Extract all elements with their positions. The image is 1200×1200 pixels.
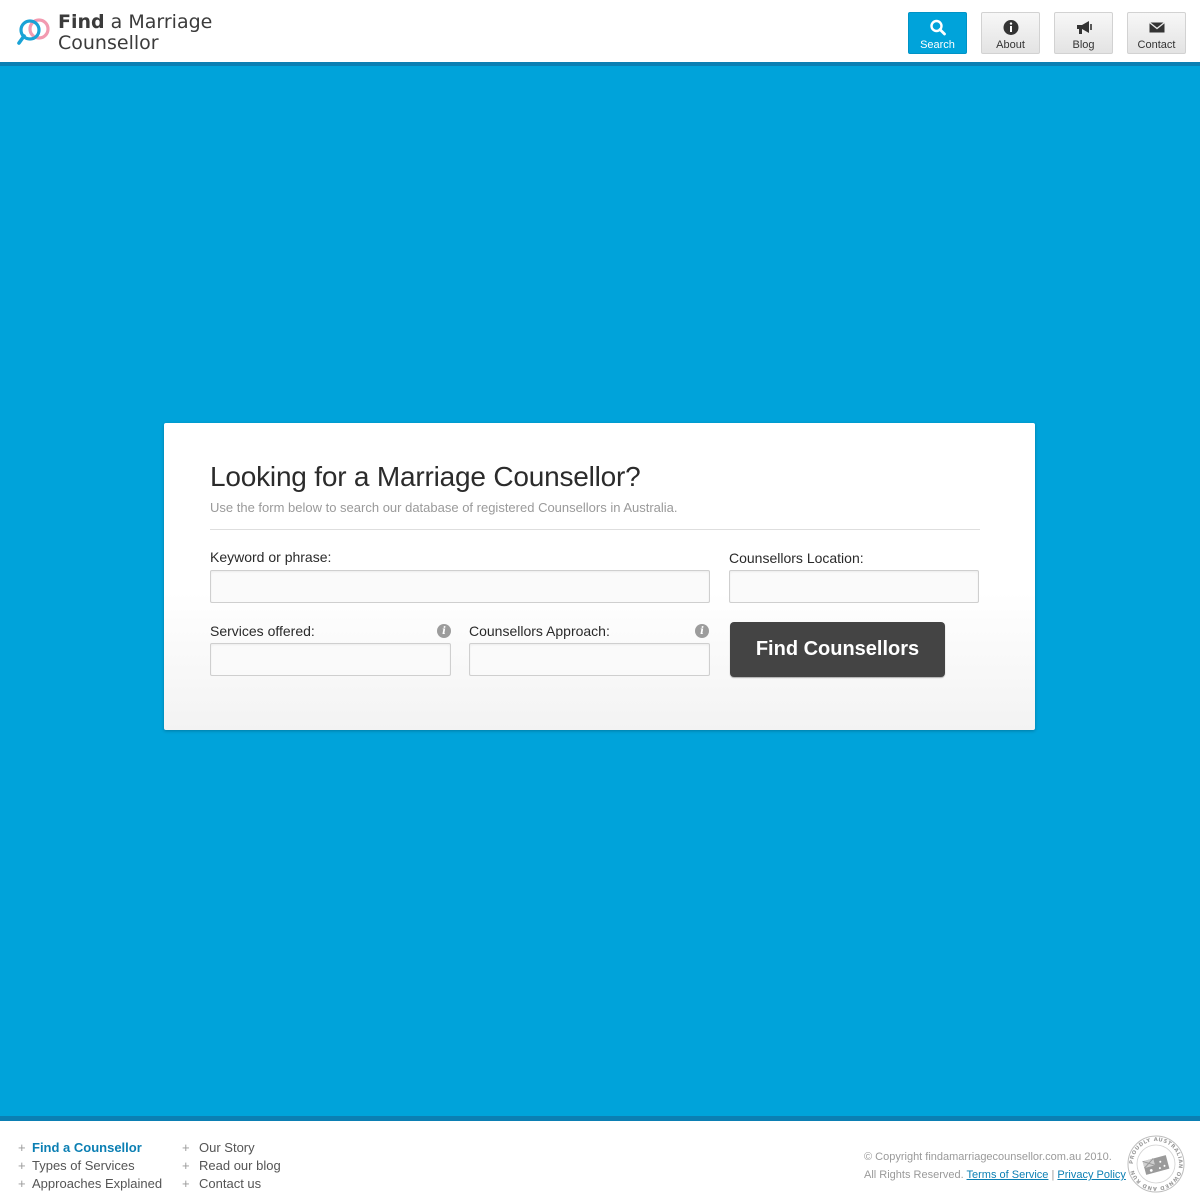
site-logo[interactable]: Find a Marriage Counsellor — [16, 10, 212, 56]
logo-wordmark: Find a Marriage Counsellor — [58, 12, 212, 54]
nav-contact-label: Contact — [1137, 39, 1176, 51]
approach-label: Counsellors Approach: — [469, 623, 610, 639]
footer-nav-secondary: + Our Story + Read our blog + Contact us — [182, 1138, 281, 1192]
info-icon — [1003, 20, 1018, 35]
footer-link-label: Our Story — [199, 1139, 255, 1155]
approach-info-icon[interactable]: i — [695, 624, 709, 638]
logo-word-rest: a Marriage — [104, 11, 213, 33]
footer-link-label: Approaches Explained — [32, 1175, 163, 1191]
megaphone-icon — [1076, 21, 1092, 34]
footer-link-label: Types of Services — [32, 1157, 135, 1173]
envelope-icon — [1148, 21, 1165, 33]
nav-about-label: About — [996, 39, 1025, 51]
approach-input[interactable] — [469, 643, 710, 676]
footer-nav-primary: + Find a Counsellor + Types of Services … — [18, 1138, 162, 1192]
main-nav: Search About Blog Contact — [908, 12, 1186, 54]
footer-link-approaches-explained[interactable]: + Approaches Explained — [18, 1174, 162, 1192]
location-input[interactable] — [729, 570, 979, 603]
footer-link-label: Find a Counsellor — [32, 1139, 142, 1155]
services-label: Services offered: — [210, 623, 315, 639]
logo-word-counsellor: Counsellor — [58, 32, 159, 54]
search-icon — [929, 19, 946, 36]
terms-link[interactable]: Terms of Service — [967, 1169, 1049, 1181]
footer-link-contact-us[interactable]: + Contact us — [182, 1174, 281, 1192]
plus-icon: + — [18, 1139, 26, 1155]
copyright-text: © Copyright findamarriagecounsellor.com.… — [864, 1151, 1112, 1163]
footer-link-our-story[interactable]: + Our Story — [182, 1138, 281, 1156]
link-separator: | — [1051, 1169, 1055, 1181]
site-footer: + Find a Counsellor + Types of Services … — [0, 1116, 1200, 1200]
nav-about-button[interactable]: About — [981, 12, 1040, 54]
plus-icon: + — [182, 1175, 190, 1191]
page-subtitle: Use the form below to search our databas… — [210, 500, 678, 515]
footer-link-read-blog[interactable]: + Read our blog — [182, 1156, 281, 1174]
keyword-input[interactable] — [210, 570, 710, 603]
page-title: Looking for a Marriage Counsellor? — [210, 461, 641, 492]
plus-icon: + — [18, 1157, 26, 1173]
nav-search-label: Search — [920, 39, 955, 51]
services-input[interactable] — [210, 643, 451, 676]
rights-line: All Rights Reserved. Terms of Service | … — [864, 1166, 1126, 1184]
nav-blog-label: Blog — [1072, 39, 1095, 51]
nav-blog-button[interactable]: Blog — [1054, 12, 1113, 54]
divider — [210, 529, 980, 530]
find-counsellors-button[interactable]: Find Counsellors — [730, 622, 945, 677]
keyword-label: Keyword or phrase: — [210, 549, 332, 565]
footer-link-find-counsellor[interactable]: + Find a Counsellor — [18, 1138, 162, 1156]
australian-owned-seal-icon: PROUDLY AUSTRALIAN OWNED AND RUN — [1127, 1135, 1185, 1193]
nav-contact-button[interactable]: Contact — [1127, 12, 1186, 54]
plus-icon: + — [182, 1157, 190, 1173]
nav-search-button[interactable]: Search — [908, 12, 967, 54]
plus-icon: + — [18, 1175, 26, 1191]
footer-link-label: Contact us — [199, 1175, 262, 1191]
privacy-link[interactable]: Privacy Policy — [1057, 1169, 1125, 1181]
services-info-icon[interactable]: i — [437, 624, 451, 638]
logo-word-find: Find — [58, 11, 105, 33]
search-card: Looking for a Marriage Counsellor? Use t… — [164, 423, 1035, 730]
footer-link-types-of-services[interactable]: + Types of Services — [18, 1156, 162, 1174]
footer-link-label: Read our blog — [199, 1157, 281, 1173]
plus-icon: + — [182, 1139, 190, 1155]
location-label: Counsellors Location: — [729, 550, 864, 566]
rights-text: All Rights Reserved. — [864, 1169, 964, 1181]
logo-rings-icon — [17, 18, 50, 45]
site-header: Find a Marriage Counsellor Search About — [0, 0, 1200, 66]
copyright-block: © Copyright findamarriagecounsellor.com.… — [864, 1148, 1126, 1184]
